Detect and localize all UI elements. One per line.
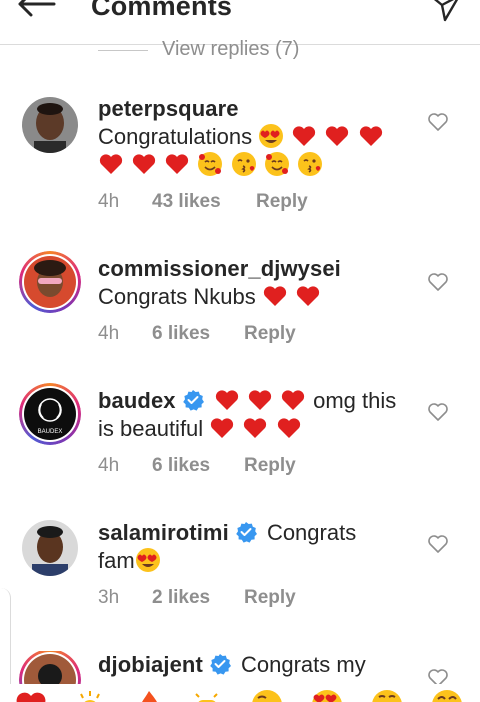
heart-eyes-emoji-icon [259,124,284,148]
comment-time: 3h [98,587,120,608]
comment-time: 4h [98,455,120,476]
avatar[interactable] [22,97,78,153]
comment-username[interactable]: baudex [98,388,176,413]
red-heart-emoji-icon [359,126,382,146]
emoji-group [209,416,302,441]
red-heart-emoji-icon [263,286,286,306]
comment-username[interactable]: djobiajent [98,652,203,677]
like-heart-icon[interactable] [427,533,449,555]
quick-emoji-bar [0,684,480,702]
kissing-face-emoji-icon [231,152,256,176]
emoji-group [262,284,322,309]
raised-hands-emoji-icon[interactable] [190,688,224,702]
comment-username[interactable]: peterpsquare [98,96,239,121]
comment-text: omg this [313,388,397,413]
fire-emoji-icon[interactable] [132,688,166,702]
emoji-group [98,152,324,177]
clapping-emoji-icon[interactable] [73,688,107,702]
red-heart-emoji-icon [326,126,349,146]
comment-text-line2: is beautiful [98,416,204,441]
comment-text: Congrats Nkubs [98,284,256,309]
red-heart-emoji-icon [99,154,123,174]
avatar[interactable] [19,251,81,313]
paper-plane-icon[interactable] [428,0,462,24]
comment-text: Congrats my [241,652,366,677]
like-heart-icon[interactable] [427,271,449,293]
comment-likes[interactable]: 6 likes [152,455,210,477]
emoji-group [258,124,384,149]
red-heart-emoji-icon [281,390,305,410]
smiling-face-with-hearts-emoji-icon [264,152,289,176]
replies-divider [98,50,148,51]
heart-eyes-emoji-icon[interactable] [310,688,344,702]
open-mouth-emoji-icon[interactable] [370,688,404,702]
comment-text: Congratulations [98,124,253,149]
red-heart-emoji-icon [248,390,271,410]
comment-likes[interactable]: 2 likes [152,587,210,609]
red-heart-emoji-icon [277,418,300,438]
comment-time: 4h [98,323,120,344]
view-replies-label: View replies (7) [162,38,300,60]
reply-button[interactable]: Reply [244,323,296,345]
page-title: Comments [91,0,233,21]
comment-likes[interactable]: 6 likes [152,323,210,345]
reply-button[interactable]: Reply [244,455,296,477]
red-heart-emoji-icon[interactable] [14,688,48,702]
reply-button[interactable]: Reply [244,587,296,609]
comment-text-line2: fam [98,548,135,573]
red-heart-emoji-icon [133,154,156,174]
avatar-logo-text: BAUDEX [38,429,63,435]
heart-eyes-emoji-icon [135,548,160,572]
back-arrow-icon[interactable] [14,0,58,20]
kissing-face-emoji-icon [297,152,322,176]
red-heart-emoji-icon [296,286,320,306]
smiling-face-with-hearts-emoji-icon [198,152,223,176]
red-heart-emoji-icon [166,154,189,174]
red-heart-emoji-icon [244,418,267,438]
like-heart-icon[interactable] [427,111,449,133]
red-heart-emoji-icon [215,390,238,410]
reply-button[interactable]: Reply [256,191,308,213]
like-heart-icon[interactable] [427,401,449,423]
verified-badge-icon [236,522,257,543]
red-heart-emoji-icon [211,418,234,438]
avatar[interactable] [22,520,78,576]
comment-text: Congrats [266,520,357,545]
red-heart-emoji-icon [293,126,316,146]
comment-likes[interactable]: 43 likes [152,191,221,213]
verified-badge-icon [210,654,231,675]
comment-time: 4h [98,191,120,212]
comment-username[interactable]: salamirotimi [98,520,229,545]
comment-username[interactable]: commissioner_djwysei [98,256,341,281]
emoji-group [214,388,313,413]
avatar[interactable]: BAUDEX [19,383,81,445]
laughing-emoji-icon[interactable] [430,688,464,702]
crying-face-emoji-icon[interactable] [250,688,284,702]
verified-badge-icon [182,390,204,411]
